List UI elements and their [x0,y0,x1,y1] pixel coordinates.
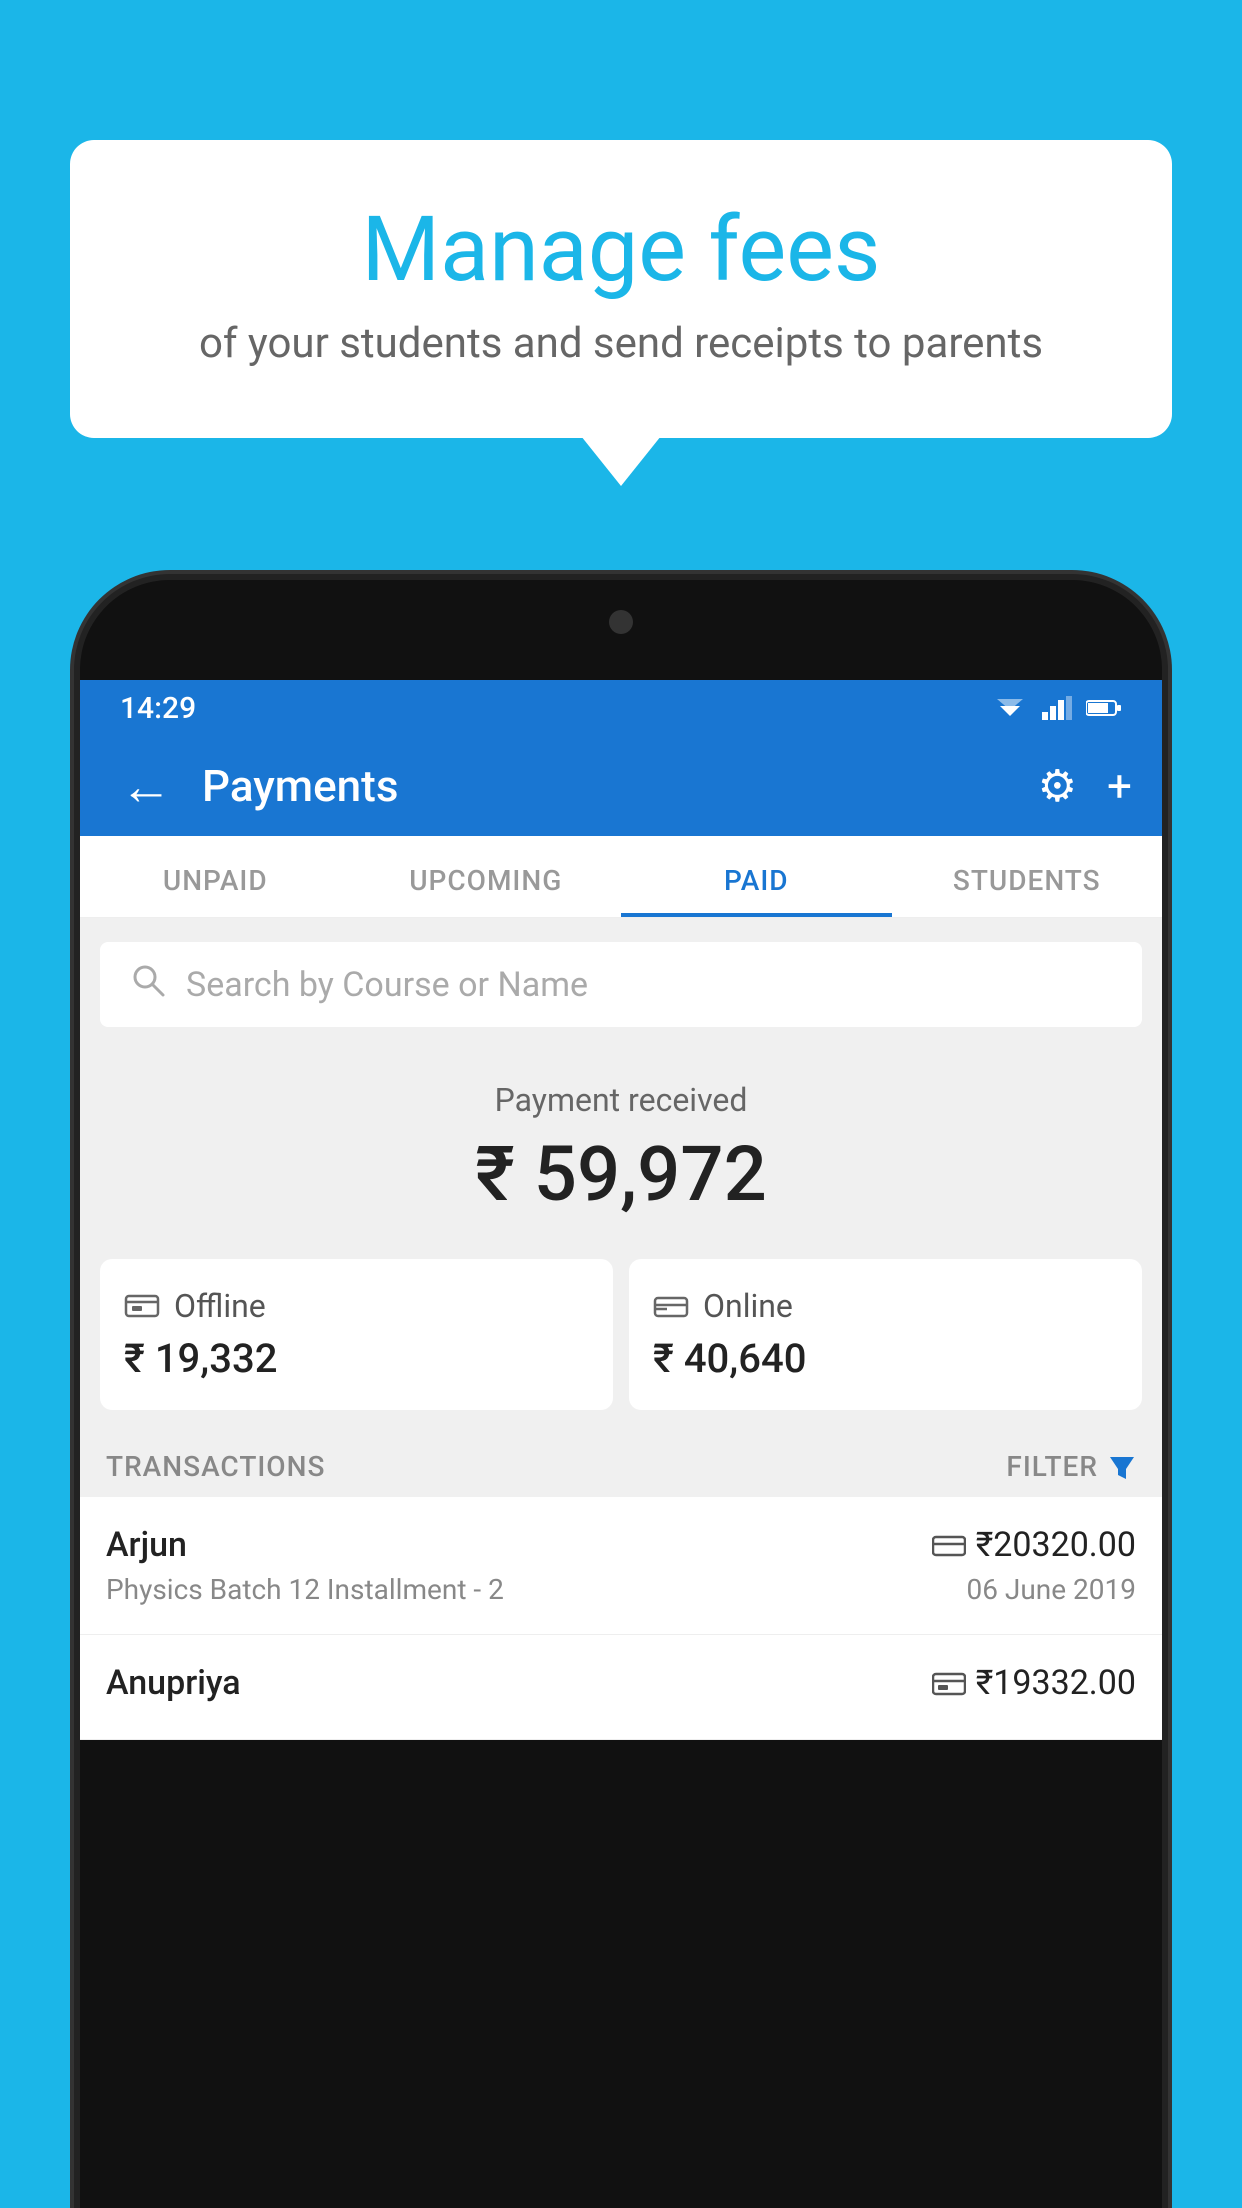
search-bar[interactable]: Search by Course or Name [100,942,1142,1027]
offline-icon [124,1292,160,1320]
tabs-bar: UNPAID UPCOMING PAID STUDENTS [80,836,1162,918]
card-payment-icon [932,1532,966,1558]
back-button[interactable]: ← [110,746,182,827]
table-row[interactable]: Anupriya ₹19332.00 [80,1635,1162,1740]
offline-payment-icon [932,1670,966,1696]
wifi-icon [992,696,1028,720]
online-icon [653,1292,689,1320]
transaction-name: Arjun [106,1525,504,1565]
phone-camera [609,610,633,634]
tab-upcoming[interactable]: UPCOMING [351,836,622,917]
amount-value: ₹19332.00 [976,1663,1136,1703]
filter-label: FILTER [1006,1450,1098,1483]
online-card: Online ₹ 40,640 [629,1259,1142,1410]
transaction-left: Anupriya [106,1663,241,1711]
transactions-label: TRANSACTIONS [106,1450,325,1483]
app-bar: ← Payments ⚙ + [80,736,1162,836]
search-icon [130,962,166,1007]
search-placeholder: Search by Course or Name [186,965,588,1005]
tab-students[interactable]: STUDENTS [892,836,1163,917]
filter-button[interactable]: FILTER [1006,1450,1136,1483]
payment-amount: ₹ 59,972 [100,1129,1142,1219]
speech-bubble: Manage fees of your students and send re… [70,140,1172,438]
online-label: Online [703,1287,793,1325]
speech-bubble-container: Manage fees of your students and send re… [70,140,1172,438]
signal-icon [1042,696,1072,720]
status-icons [992,696,1122,720]
online-amount: ₹ 40,640 [653,1335,1118,1382]
transaction-amount: ₹19332.00 [932,1663,1136,1703]
add-button[interactable]: + [1107,760,1132,812]
transaction-right: ₹19332.00 [932,1663,1136,1711]
app-title: Payments [202,760,1018,812]
transactions-header: TRANSACTIONS FILTER [80,1430,1162,1497]
payment-summary: Payment received ₹ 59,972 [80,1051,1162,1239]
payment-cards: Offline ₹ 19,332 Online ₹ 40,640 [80,1239,1162,1430]
settings-button[interactable]: ⚙ [1038,760,1077,812]
transaction-left: Arjun Physics Batch 12 Installment - 2 [106,1525,504,1606]
tab-paid[interactable]: PAID [621,836,892,917]
payment-label: Payment received [100,1081,1142,1119]
status-bar: 14:29 [80,680,1162,736]
offline-card: Offline ₹ 19,332 [100,1259,613,1410]
phone-content: Search by Course or Name Payment receive… [80,918,1162,1740]
bubble-title: Manage fees [150,200,1092,299]
transaction-desc: Physics Batch 12 Installment - 2 [106,1573,504,1606]
bubble-subtitle: of your students and send receipts to pa… [150,319,1092,368]
transactions-list: Arjun Physics Batch 12 Installment - 2 ₹… [80,1497,1162,1740]
phone-top [80,580,1162,680]
table-row[interactable]: Arjun Physics Batch 12 Installment - 2 ₹… [80,1497,1162,1635]
battery-icon [1086,698,1122,718]
phone-frame: 14:29 ← Payments ⚙ + [80,580,1162,2208]
tab-unpaid[interactable]: UNPAID [80,836,351,917]
offline-card-header: Offline [124,1287,589,1325]
offline-amount: ₹ 19,332 [124,1335,589,1382]
app-bar-actions: ⚙ + [1038,760,1132,812]
amount-value: ₹20320.00 [976,1525,1136,1565]
transaction-date: 06 June 2019 [932,1573,1136,1606]
status-time: 14:29 [120,691,196,726]
online-card-header: Online [653,1287,1118,1325]
transaction-amount: ₹20320.00 [932,1525,1136,1565]
transaction-name: Anupriya [106,1663,241,1703]
filter-icon [1108,1453,1136,1481]
offline-label: Offline [174,1287,266,1325]
transaction-right: ₹20320.00 06 June 2019 [932,1525,1136,1606]
